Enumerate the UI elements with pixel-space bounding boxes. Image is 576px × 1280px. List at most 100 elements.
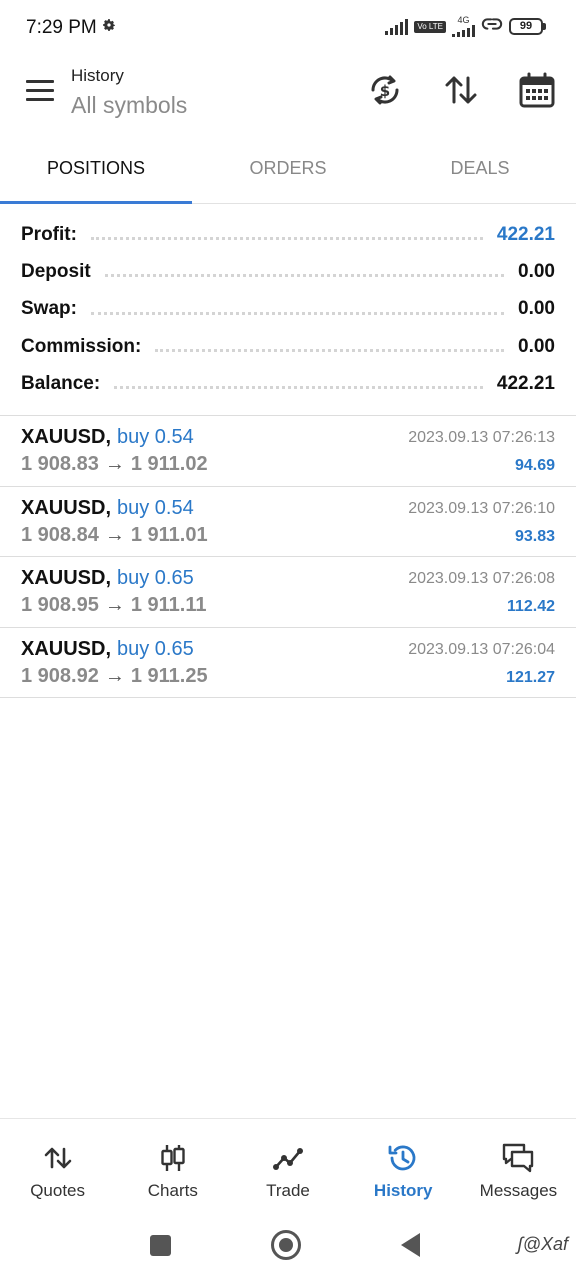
symbol-filter[interactable]: All symbols bbox=[71, 92, 187, 119]
status-time-group: 7:29 PM bbox=[26, 17, 117, 39]
position-time: 2023.09.13 07:26:08 bbox=[408, 570, 555, 587]
summary-row-balance: Balance: 422.21 bbox=[0, 365, 576, 402]
open-price: 1 908.84 bbox=[21, 523, 99, 546]
page-title: History bbox=[71, 66, 124, 85]
arrow-right-icon: → bbox=[104, 523, 125, 546]
position-row[interactable]: XAUUSD, buy 0.54 1 908.83 → 1 911.02 2023.… bbox=[0, 416, 576, 487]
position-symbol: XAUUSD, bbox=[21, 637, 112, 660]
home-button[interactable] bbox=[271, 1230, 301, 1260]
bottom-navigation: Quotes Charts Trade History Messages bbox=[0, 1118, 576, 1214]
nav-label: Charts bbox=[147, 1181, 198, 1200]
currency-exchange-icon: $ bbox=[371, 75, 399, 105]
dotted-leader bbox=[90, 237, 483, 241]
nav-label: Messages bbox=[479, 1181, 558, 1200]
sort-arrows-icon bbox=[445, 76, 477, 104]
network-type: 4G bbox=[452, 16, 475, 37]
nav-label: Quotes bbox=[30, 1181, 85, 1200]
calendar-icon bbox=[519, 72, 555, 108]
signal-bars-icon bbox=[385, 18, 409, 35]
tab-positions[interactable]: POSITIONS bbox=[0, 142, 192, 204]
volte-badge: Vo LTE bbox=[414, 20, 446, 33]
position-row[interactable]: XAUUSD, buy 0.65 1 908.92 → 1 911.25 2023.… bbox=[0, 628, 576, 698]
status-bar: 7:29 PM Vo LTE 4G 99 bbox=[0, 0, 576, 58]
trade-line-icon bbox=[271, 1141, 305, 1175]
sort-button[interactable] bbox=[441, 70, 481, 110]
summary-label: Deposit bbox=[21, 260, 91, 282]
position-prices: 1 908.95 → 1 911.11 bbox=[21, 594, 207, 617]
close-price: 1 911.01 bbox=[130, 523, 208, 546]
symbol-text: XAUUSD bbox=[21, 637, 106, 660]
battery-icon: 99 bbox=[509, 18, 546, 35]
history-clock-icon bbox=[386, 1141, 420, 1175]
position-row[interactable]: XAUUSD, buy 0.65 1 908.95 → 1 911.11 2023.… bbox=[0, 557, 576, 628]
summary-value: 0.00 bbox=[518, 298, 555, 320]
summary-row-commission: Commission: 0.00 bbox=[0, 328, 576, 365]
nav-trade[interactable]: Trade bbox=[230, 1119, 345, 1214]
back-button[interactable] bbox=[401, 1233, 420, 1257]
summary-label: Profit: bbox=[21, 223, 77, 245]
symbol-text: XAUUSD bbox=[21, 496, 106, 519]
nav-messages[interactable]: Messages bbox=[461, 1119, 576, 1214]
dotted-leader bbox=[104, 274, 505, 278]
position-prices: 1 908.83 → 1 911.02 bbox=[21, 453, 208, 476]
position-side: buy 0.65 bbox=[117, 637, 194, 660]
candlestick-icon bbox=[156, 1141, 190, 1175]
position-side: buy 0.54 bbox=[117, 426, 194, 448]
position-symbol: XAUUSD, bbox=[21, 426, 112, 448]
svg-text:$: $ bbox=[380, 82, 390, 100]
summary-panel: Profit: 422.21 Deposit 0.00 Swap: 0.00 C… bbox=[0, 216, 576, 402]
nav-label: Trade bbox=[266, 1181, 310, 1200]
summary-row-deposit: Deposit 0.00 bbox=[0, 253, 576, 290]
hamburger-menu-icon[interactable] bbox=[26, 80, 56, 102]
summary-row-swap: Swap: 0.00 bbox=[0, 291, 576, 328]
close-price: 1 911.11 bbox=[130, 594, 207, 616]
symbol-text: XAUUSD bbox=[21, 426, 106, 448]
open-price: 1 908.92 bbox=[21, 664, 99, 687]
arrow-right-icon: → bbox=[104, 453, 125, 475]
position-time: 2023.09.13 07:26:13 bbox=[408, 429, 555, 446]
summary-value: 0.00 bbox=[518, 335, 555, 357]
position-side: buy 0.65 bbox=[117, 567, 194, 589]
position-row[interactable]: XAUUSD, buy 0.54 1 908.84 → 1 911.01 2023.… bbox=[0, 487, 576, 557]
arrow-right-icon: → bbox=[104, 664, 125, 687]
open-price: 1 908.83 bbox=[21, 453, 99, 475]
symbol-text: XAUUSD bbox=[21, 567, 106, 589]
nav-label: History bbox=[373, 1181, 433, 1200]
close-price: 1 911.25 bbox=[130, 664, 208, 687]
calendar-button[interactable] bbox=[517, 70, 557, 110]
summary-value: 422.21 bbox=[496, 223, 555, 245]
system-navigation-bar: ʃ@Xaf bbox=[0, 1214, 576, 1280]
position-side: buy 0.54 bbox=[117, 496, 194, 519]
currency-exchange-button[interactable]: $ bbox=[365, 70, 405, 110]
app-header: History All symbols $ bbox=[0, 58, 576, 130]
dotted-leader bbox=[155, 349, 505, 353]
status-time: 7:29 PM bbox=[26, 17, 97, 38]
recents-button[interactable] bbox=[150, 1235, 171, 1256]
position-profit: 121.27 bbox=[506, 668, 555, 686]
position-time: 2023.09.13 07:26:04 bbox=[408, 640, 555, 658]
signal-bars-2-icon bbox=[452, 25, 475, 37]
tab-orders[interactable]: ORDERS bbox=[192, 142, 384, 203]
messages-icon bbox=[501, 1141, 535, 1175]
dotted-leader bbox=[90, 311, 505, 315]
summary-label: Balance: bbox=[21, 372, 101, 394]
nav-history[interactable]: History bbox=[346, 1119, 461, 1214]
dotted-leader bbox=[114, 386, 483, 390]
position-prices: 1 908.92 → 1 911.25 bbox=[21, 665, 208, 688]
summary-value: 0.00 bbox=[518, 260, 555, 282]
position-time: 2023.09.13 07:26:10 bbox=[408, 499, 555, 517]
link-icon bbox=[481, 16, 503, 37]
position-profit: 94.69 bbox=[514, 457, 555, 474]
position-profit: 112.42 bbox=[506, 598, 555, 615]
nav-quotes[interactable]: Quotes bbox=[0, 1119, 115, 1214]
close-price: 1 911.02 bbox=[130, 453, 208, 475]
nav-charts[interactable]: Charts bbox=[115, 1119, 230, 1214]
tab-deals[interactable]: DEALS bbox=[384, 142, 576, 203]
watermark: ʃ@Xaf bbox=[517, 1234, 568, 1254]
summary-value: 422.21 bbox=[496, 372, 555, 394]
position-symbol: XAUUSD, bbox=[21, 567, 112, 589]
history-tabs: POSITIONS ORDERS DEALS bbox=[0, 142, 576, 204]
open-price: 1 908.95 bbox=[21, 594, 99, 616]
gear-icon bbox=[101, 17, 117, 39]
summary-row-profit: Profit: 422.21 bbox=[0, 216, 576, 253]
